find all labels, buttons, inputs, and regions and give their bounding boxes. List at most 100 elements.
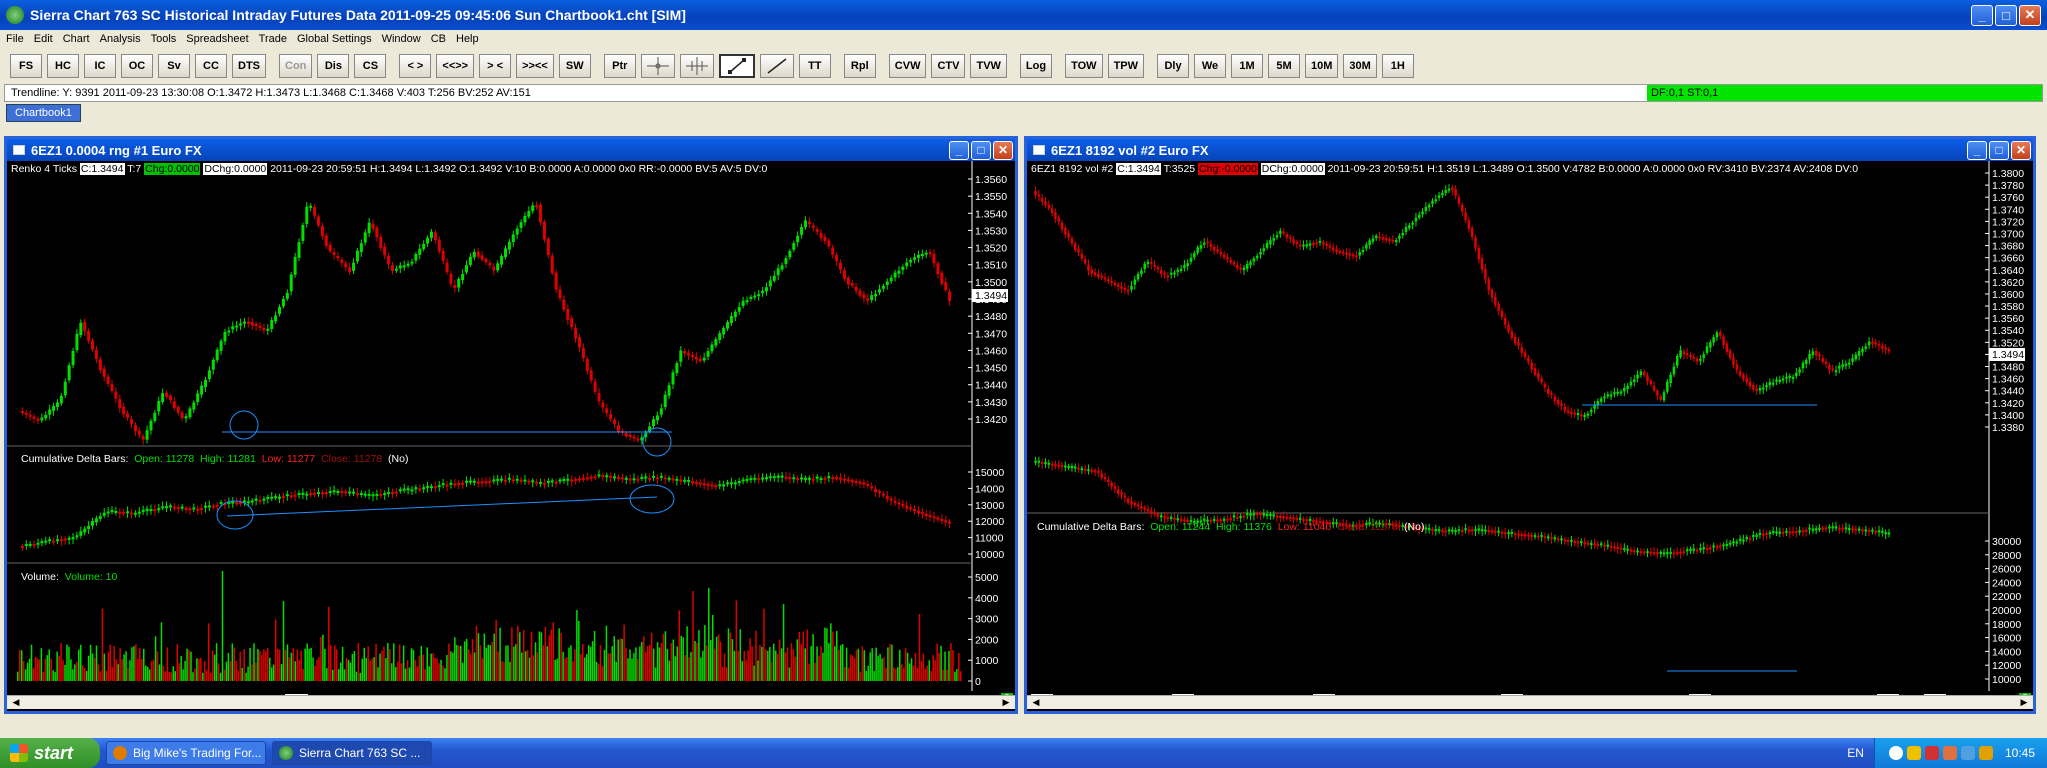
crosshair-tool-icon[interactable] <box>640 54 675 78</box>
toolbar-button-tvw[interactable]: TVW <box>970 54 1007 78</box>
menu-trade[interactable]: Trade <box>259 33 287 45</box>
taskbar-item-sierra-chart[interactable]: Sierra Chart 763 SC ... <box>272 741 432 765</box>
tab-chartbook1[interactable]: Chartbook1 <box>6 104 81 122</box>
right-chart-area[interactable]: 6EZ1 8192 vol #2 C:1.3494 T:3525 Chg:-0.… <box>1027 161 2033 711</box>
toolbar-button-1m[interactable]: 1M <box>1231 54 1264 78</box>
scroll-left-icon[interactable]: ◀ <box>9 697 23 708</box>
left-price-axis-tick-label: 1.3430 <box>975 397 1007 409</box>
toolbar-button-log[interactable]: Log <box>1019 54 1053 78</box>
left-volume-bar <box>393 643 395 681</box>
toolbar-button-compress-more[interactable]: >><< <box>516 54 554 78</box>
menu-file[interactable]: File <box>6 33 24 45</box>
menu-spreadsheet[interactable]: Spreadsheet <box>186 33 248 45</box>
tray-shield-icon[interactable] <box>1906 746 1921 760</box>
left-chart-area[interactable]: Renko 4 Ticks C:1.3494 T:7 Chg:0.0000 DC… <box>7 161 1015 711</box>
left-delta-candle <box>858 481 862 484</box>
toolbar-button-5m[interactable]: 5M <box>1268 54 1301 78</box>
toolbar-button-sw[interactable]: SW <box>558 54 591 78</box>
right-price-candle <box>1573 412 1576 415</box>
right-close-button[interactable]: ✕ <box>2011 140 2031 160</box>
left-volume-bar <box>215 643 218 681</box>
left-price-candle <box>215 349 219 361</box>
toolbar-button-expand[interactable]: <<>> <box>436 54 475 78</box>
toolbar-button-rpl[interactable]: Rpl <box>843 54 876 78</box>
left-volume-bar <box>700 657 702 681</box>
toolbar-button-ic[interactable]: IC <box>84 54 116 78</box>
left-close-button[interactable]: ✕ <box>993 140 1013 160</box>
crosshair-plus-tool-icon[interactable] <box>679 54 714 78</box>
left-delta-candle <box>679 479 683 482</box>
maximize-button[interactable]: □ <box>1995 4 2017 26</box>
right-maximize-button[interactable]: □ <box>1989 140 2009 160</box>
scroll-left-icon[interactable]: ◀ <box>1029 697 1043 708</box>
left-volume-bar <box>440 659 442 681</box>
language-indicator[interactable]: EN <box>1847 746 1864 760</box>
tray-volume-icon[interactable] <box>1960 746 1975 760</box>
toolbar-button-scroll-both[interactable]: < > <box>399 54 432 78</box>
toolbar-button-tpw[interactable]: TPW <box>1107 54 1145 78</box>
line-tool-icon[interactable] <box>759 54 794 78</box>
menu-tools[interactable]: Tools <box>151 33 177 45</box>
left-horizontal-scrollbar[interactable]: ◀ ▶ <box>7 695 1015 709</box>
toolbar-button-tow[interactable]: TOW <box>1065 54 1103 78</box>
minimize-button[interactable]: _ <box>1971 4 1993 26</box>
toolbar-button-dts[interactable]: DTS <box>232 54 266 78</box>
toolbar-button-tt[interactable]: TT <box>798 54 831 78</box>
right-delta-candle <box>1097 470 1100 474</box>
tray-info-icon[interactable] <box>1888 746 1903 760</box>
toolbar-button-fs[interactable]: FS <box>10 54 42 78</box>
left-maximize-button[interactable]: □ <box>971 140 991 160</box>
menu-help[interactable]: Help <box>456 33 479 45</box>
toolbar-button-ptr[interactable]: Ptr <box>603 54 636 78</box>
right-delta-candle <box>1110 482 1113 487</box>
toolbar-button-dly[interactable]: Dly <box>1157 54 1190 78</box>
left-delta-candle <box>737 481 741 484</box>
taskbar-item-browser[interactable]: Big Mike's Trading For... <box>106 741 266 765</box>
toolbar-button-cs[interactable]: CS <box>354 54 387 78</box>
toolbar-button-dis[interactable]: Dis <box>317 54 350 78</box>
toolbar-button-sv[interactable]: Sv <box>158 54 190 78</box>
toolbar-button-con[interactable]: Con <box>279 54 313 78</box>
menu-analysis[interactable]: Analysis <box>100 33 141 45</box>
menu-global-settings[interactable]: Global Settings <box>297 33 372 45</box>
right-price-candle <box>1583 414 1586 417</box>
toolbar-button-10m[interactable]: 10M <box>1305 54 1339 78</box>
menu-cb[interactable]: CB <box>431 33 446 45</box>
right-price-candle <box>1768 382 1772 386</box>
left-delta-candle <box>523 479 527 482</box>
toolbar-button-ctv[interactable]: CTV <box>931 54 966 78</box>
right-delta-candle <box>1702 547 1705 550</box>
toolbar-button-we[interactable]: We <box>1194 54 1227 78</box>
left-minimize-button[interactable]: _ <box>949 140 969 160</box>
right-price-candle <box>1775 379 1778 382</box>
menu-window[interactable]: Window <box>382 33 421 45</box>
left-volume-bar <box>883 657 885 681</box>
left-delta-candle <box>59 539 63 542</box>
left-price-candle <box>932 253 936 264</box>
menu-chart[interactable]: Chart <box>63 33 90 45</box>
tray-update-icon[interactable] <box>1978 746 1993 760</box>
tray-antivirus-icon[interactable] <box>1924 746 1939 760</box>
toolbar-button-cvw[interactable]: CVW <box>888 54 927 78</box>
scroll-right-icon[interactable]: ▶ <box>2017 697 2031 708</box>
toolbar-button-1h[interactable]: 1H <box>1381 54 1414 78</box>
right-horizontal-scrollbar[interactable]: ◀ ▶ <box>1027 695 2033 709</box>
toolbar-button-cc[interactable]: CC <box>195 54 227 78</box>
toolbar-button-compress[interactable]: > < <box>479 54 512 78</box>
right-minimize-button[interactable]: _ <box>1967 140 1987 160</box>
right-price-candle <box>1785 376 1788 379</box>
menu-edit[interactable]: Edit <box>34 33 53 45</box>
close-button[interactable]: ✕ <box>2019 4 2041 26</box>
trendline-tool-icon[interactable] <box>718 54 755 78</box>
toolbar-button-30m[interactable]: 30M <box>1343 54 1377 78</box>
right-delta-candle <box>1520 533 1524 536</box>
right-price-candle <box>1298 244 1302 247</box>
left-delta-candle <box>433 486 437 489</box>
start-button[interactable]: start <box>0 738 100 768</box>
tray-network-icon[interactable] <box>1942 746 1957 760</box>
scroll-right-icon[interactable]: ▶ <box>999 697 1013 708</box>
toolbar-button-hc[interactable]: HC <box>47 54 79 78</box>
left-price-candle <box>91 340 95 350</box>
toolbar-button-oc[interactable]: OC <box>121 54 153 78</box>
left-volume-bar <box>889 643 891 681</box>
